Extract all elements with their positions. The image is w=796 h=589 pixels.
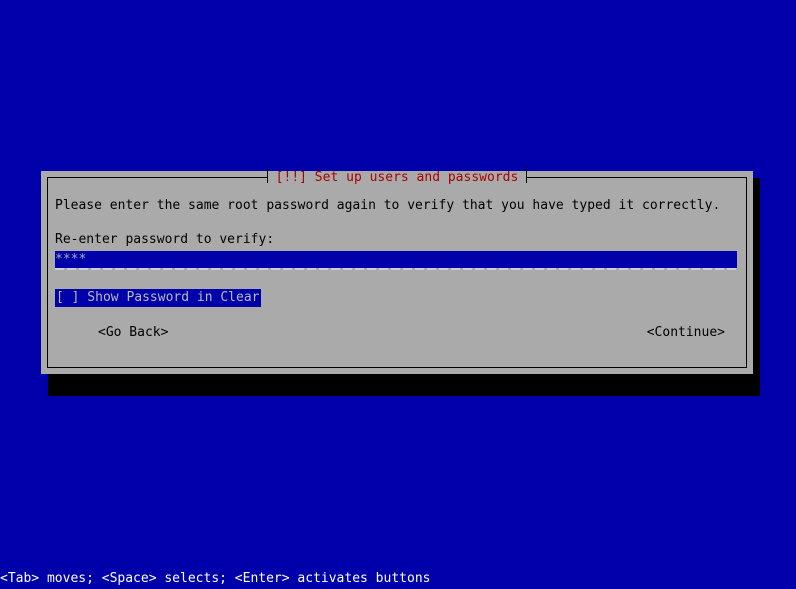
show-password-row: [ ] Show Password in Clear [55, 289, 739, 307]
dialog-content: Please enter the same root password agai… [55, 197, 739, 342]
setup-users-passwords-dialog: [!!] Set up users and passwords Please e… [41, 167, 753, 374]
password-field-label: Re-enter password to verify: [55, 232, 275, 247]
dialog-buttons-row: <Go Back> <Continue> [55, 324, 739, 342]
show-password-in-clear-checkbox[interactable]: [ ] Show Password in Clear [55, 289, 261, 307]
go-back-button[interactable]: <Go Back> [98, 324, 168, 342]
password-input-row: **** [55, 251, 739, 273]
password-input[interactable]: **** [55, 251, 737, 268]
prompt-message: Please enter the same root password agai… [55, 198, 721, 213]
password-input-underline [55, 268, 737, 270]
continue-button[interactable]: <Continue> [647, 324, 725, 342]
keyboard-hints-status-bar: <Tab> moves; <Space> selects; <Enter> ac… [0, 571, 796, 587]
console-screen: [!!] Set up users and passwords Please e… [0, 0, 796, 589]
